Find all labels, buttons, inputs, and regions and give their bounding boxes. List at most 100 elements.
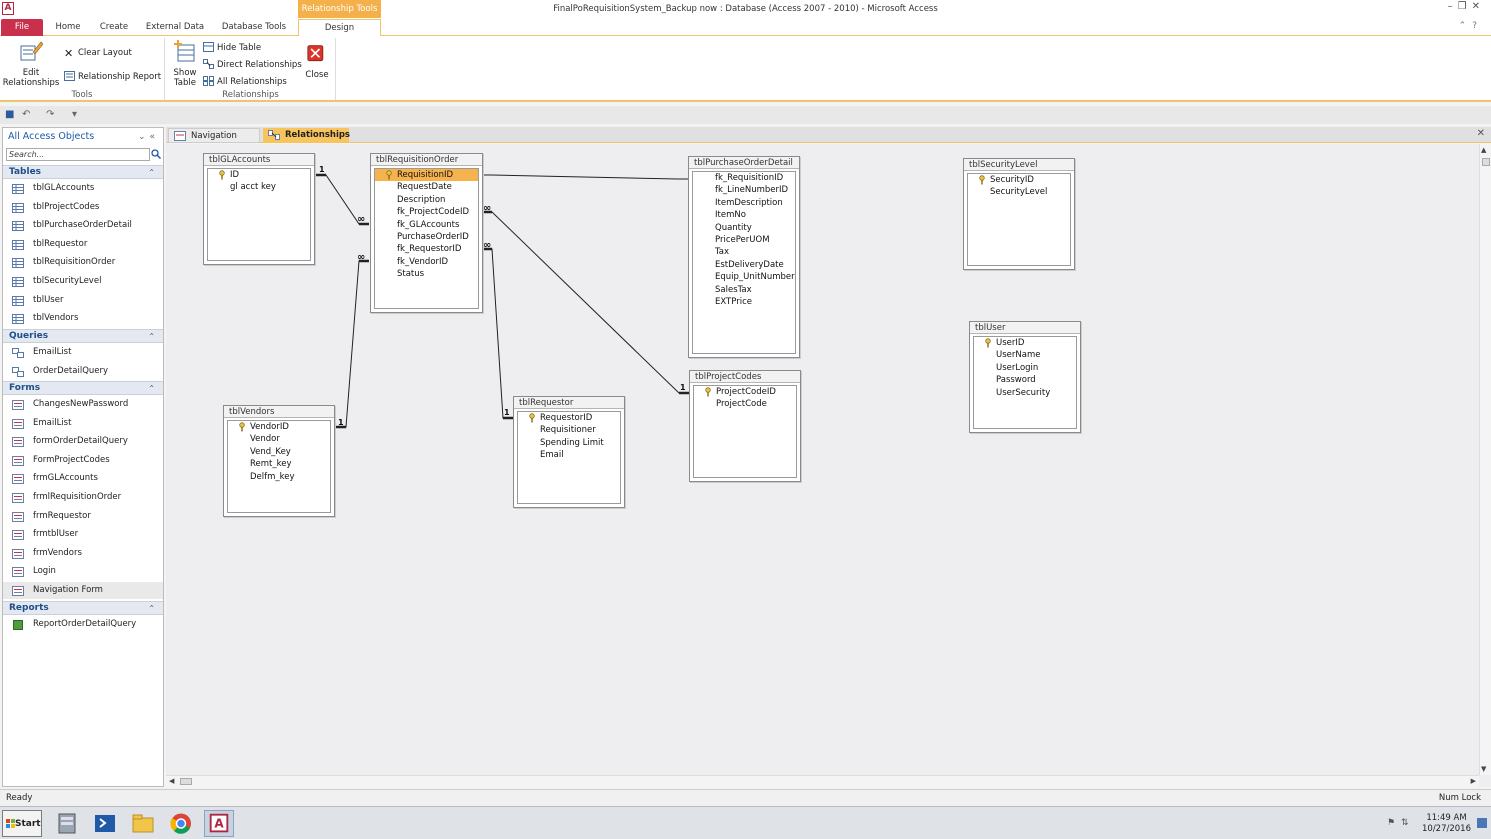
tab-navigation-form[interactable]: Navigation Form — [168, 128, 260, 156]
direct-relationships-button[interactable]: Direct Relationships — [203, 59, 302, 70]
nav-section-forms[interactable]: Forms ⌃ — [3, 381, 163, 395]
help-icon[interactable]: ? — [1472, 21, 1483, 31]
table-title[interactable]: tblRequestor — [514, 397, 624, 409]
show-table-button[interactable]: Show Table — [168, 40, 202, 88]
collapse-section-icon[interactable]: ⌃ — [148, 166, 155, 179]
field-row[interactable]: Status — [375, 268, 478, 280]
nav-item[interactable]: frmlRequisitionOrder — [3, 489, 163, 506]
powershell-icon[interactable] — [90, 810, 120, 837]
field-row[interactable]: PurchaseOrderID — [375, 231, 478, 243]
field-row[interactable]: UserID — [974, 337, 1076, 349]
nav-item[interactable]: ChangesNewPassword — [3, 396, 163, 413]
field-row[interactable]: fk_RequisitionID — [693, 172, 795, 184]
table-title[interactable]: tblRequisitionOrder — [371, 154, 482, 166]
field-row[interactable]: UserLogin — [974, 362, 1076, 374]
table-title[interactable]: tblSecurityLevel — [964, 159, 1074, 171]
field-row[interactable]: gl acct key — [208, 181, 310, 193]
collapse-section-icon[interactable]: ⌃ — [148, 382, 155, 395]
table-box-tblrequisitionorder[interactable]: tblRequisitionOrder RequisitionID RequestD… — [370, 153, 483, 313]
nav-item[interactable]: tblGLAccounts — [3, 180, 163, 197]
minimize-ribbon-icon[interactable]: ⌃ — [1459, 21, 1473, 31]
nav-item[interactable]: tblPurchaseOrderDetail — [3, 217, 163, 234]
nav-item[interactable]: Login — [3, 563, 163, 580]
tab-relationships[interactable]: Relationships — [263, 128, 350, 143]
collapse-section-icon[interactable]: ⌃ — [148, 602, 155, 615]
tab-design[interactable]: Design — [298, 19, 381, 37]
field-row[interactable]: ItemDescription — [693, 197, 795, 209]
nav-item[interactable]: frmtblUser — [3, 526, 163, 543]
clock[interactable]: 11:49 AM 10/27/2016 — [1422, 813, 1471, 835]
collapse-section-icon[interactable]: ⌃ — [148, 330, 155, 343]
scroll-left-icon[interactable]: ◀ — [169, 777, 174, 785]
field-row[interactable]: ProjectCodeID — [694, 386, 796, 398]
nav-pane-header[interactable]: All Access Objects ⌄« — [3, 128, 163, 146]
tab-create[interactable]: Create — [94, 19, 134, 36]
field-row[interactable]: Email — [518, 449, 620, 461]
clear-layout-button[interactable]: ✕ Clear Layout — [64, 48, 132, 59]
nav-item[interactable]: OrderDetailQuery — [3, 363, 163, 380]
nav-item[interactable]: frmRequestor — [3, 508, 163, 525]
minimize-icon[interactable]: – — [1448, 1, 1458, 12]
field-row[interactable]: Vend_Key — [228, 446, 330, 458]
tab-file[interactable]: File — [1, 19, 43, 36]
nav-section-tables[interactable]: Tables ⌃ — [3, 165, 163, 179]
nav-item[interactable]: formOrderDetailQuery — [3, 433, 163, 450]
tab-database-tools[interactable]: Database Tools — [216, 19, 292, 36]
scroll-down-icon[interactable]: ▼ — [1481, 765, 1486, 773]
field-row[interactable]: VendorID — [228, 421, 330, 433]
nav-item[interactable]: tblProjectCodes — [3, 199, 163, 216]
edit-relationships-button[interactable]: Edit Relationships — [2, 40, 60, 88]
table-box-tblrequestor[interactable]: tblRequestor RequestorID Requisitioner Spen… — [513, 396, 625, 508]
nav-section-reports[interactable]: Reports ⌃ — [3, 601, 163, 615]
nav-item[interactable]: tblRequestor — [3, 236, 163, 253]
field-row[interactable]: EXTPrice — [693, 296, 795, 308]
table-title[interactable]: tblProjectCodes — [690, 371, 800, 383]
table-title[interactable]: tblVendors — [224, 406, 334, 418]
scroll-thumb[interactable] — [1482, 158, 1490, 166]
nav-item[interactable]: tblUser — [3, 292, 163, 309]
field-row[interactable]: RequestDate — [375, 181, 478, 193]
table-title[interactable]: tblPurchaseOrderDetail — [689, 157, 799, 169]
table-box-tblvendors[interactable]: tblVendors VendorID Vendor Vend_Key Remt_key… — [223, 405, 335, 517]
field-row[interactable]: fk_VendorID — [375, 256, 478, 268]
field-row[interactable]: ItemNo — [693, 209, 795, 221]
search-icon[interactable] — [151, 149, 161, 159]
ribbon-help-controls[interactable]: ⌃? — [1459, 21, 1483, 31]
field-row[interactable]: Equip_UnitNumber — [693, 271, 795, 283]
redo-icon[interactable]: ↷ — [46, 109, 54, 120]
hide-table-button[interactable]: Hide Table — [203, 42, 261, 53]
nav-item[interactable]: frmVendors — [3, 545, 163, 562]
window-controls[interactable]: –❐✕ — [1448, 1, 1485, 12]
field-row[interactable]: UserName — [974, 349, 1076, 361]
nav-item[interactable]: EmailList — [3, 415, 163, 432]
field-row[interactable]: Remt_key — [228, 458, 330, 470]
table-box-tblsecuritylevel[interactable]: tblSecurityLevel SecurityID SecurityLevel — [963, 158, 1075, 270]
tab-external-data[interactable]: External Data — [141, 19, 209, 36]
field-row[interactable]: EstDeliveryDate — [693, 259, 795, 271]
field-row[interactable]: Vendor — [228, 433, 330, 445]
field-row[interactable]: Quantity — [693, 222, 795, 234]
field-row[interactable]: fk_LineNumberID — [693, 184, 795, 196]
file-explorer-icon[interactable] — [128, 810, 158, 837]
restore-icon[interactable]: ❐ — [1458, 1, 1472, 12]
table-box-tblpurchaseorderdetail[interactable]: tblPurchaseOrderDetail fk_RequisitionID fk… — [688, 156, 800, 358]
field-row[interactable]: ID — [208, 169, 310, 181]
nav-item[interactable]: tblSecurityLevel — [3, 273, 163, 290]
vertical-scrollbar[interactable]: ▲ ▼ — [1479, 144, 1491, 775]
shutter-bar-icon[interactable]: « — [149, 132, 159, 142]
close-icon[interactable]: ✕ — [1472, 1, 1485, 12]
action-center-icon[interactable]: ⚑ — [1387, 818, 1395, 828]
network-icon[interactable]: ⇅ — [1401, 818, 1409, 828]
field-row[interactable]: PricePerUOM — [693, 234, 795, 246]
field-row[interactable]: RequisitionID — [375, 169, 478, 182]
chrome-icon[interactable] — [166, 810, 196, 837]
field-row[interactable]: Requisitioner — [518, 424, 620, 436]
field-row[interactable]: Delfm_key — [228, 471, 330, 483]
server-manager-icon[interactable] — [52, 810, 82, 837]
field-row[interactable]: Tax — [693, 246, 795, 258]
nav-item[interactable]: tblVendors — [3, 310, 163, 327]
close-document-icon[interactable]: ✕ — [1477, 128, 1485, 139]
nav-item[interactable]: ReportOrderDetailQuery — [3, 616, 163, 633]
hscroll-thumb[interactable] — [180, 778, 192, 785]
nav-dropdown-icon[interactable]: ⌄ — [138, 132, 150, 142]
